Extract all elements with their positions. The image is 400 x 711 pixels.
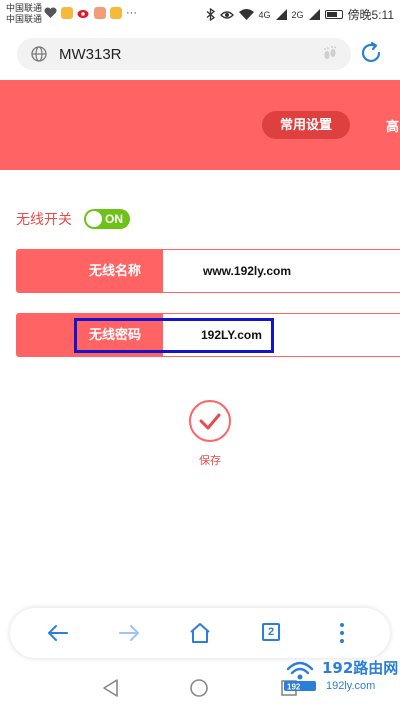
home-icon[interactable] (188, 621, 212, 645)
toggle-knob (86, 211, 102, 227)
signal-bars-icon (275, 9, 287, 20)
wifi-switch-row: 无线开关 ON (16, 208, 130, 230)
toggle-state: ON (105, 212, 123, 226)
battery-icon (324, 10, 343, 19)
ssid-label: 无线名称 (17, 250, 163, 292)
notification-icons: ··· (44, 7, 137, 19)
password-input[interactable] (163, 314, 399, 356)
more-menu-icon[interactable] (330, 621, 354, 645)
carrier-info: 中国联通 中国联通 (6, 3, 42, 25)
forward-arrow-icon[interactable] (117, 621, 141, 645)
app-notification-icon (110, 7, 122, 19)
clock: 傍晚5:11 (347, 8, 394, 22)
globe-icon (31, 46, 47, 62)
router-header: 常用设置 高 (0, 80, 400, 170)
watermark-prefix: 192 (287, 683, 301, 692)
more-notifications: ··· (126, 7, 137, 19)
eye-icon (219, 10, 234, 19)
refresh-icon[interactable] (358, 40, 384, 66)
back-arrow-icon[interactable] (46, 621, 70, 645)
save-label: 保存 (199, 455, 221, 467)
tab-common-settings[interactable]: 常用设置 (262, 111, 350, 139)
wifi-switch-label: 无线开关 (16, 211, 72, 227)
tabs-count-button[interactable]: 2 (262, 623, 280, 641)
carrier-1: 中国联通 (6, 3, 43, 13)
tab-advanced-settings[interactable]: 高 (386, 116, 400, 135)
password-label: 无线密码 (17, 314, 163, 356)
carrier-2: 中国联通 (6, 14, 43, 24)
wifi-icon (238, 9, 254, 20)
address-bar[interactable]: MW313R (17, 38, 351, 70)
browser-address-row: MW313R (0, 30, 400, 78)
browser-toolbar: 2 (10, 608, 390, 658)
nav-back-icon[interactable] (101, 678, 121, 698)
ssid-field: 无线名称 (16, 249, 400, 293)
save-button[interactable] (189, 400, 231, 442)
signal-label-1: 4G (258, 9, 271, 20)
app-notification-icon (94, 7, 106, 19)
checkmark-icon (199, 413, 221, 430)
incognito-footprint-icon[interactable] (321, 45, 339, 63)
wifi-toggle[interactable]: ON (84, 209, 130, 229)
url-text[interactable]: MW313R (59, 46, 122, 63)
status-bar: 中国联通 中国联通 ··· 4G 2G 傍晚5:11 (0, 0, 400, 30)
system-status: 4G 2G 傍晚5:11 (206, 6, 394, 23)
watermark-domain: 192ly.com (326, 680, 375, 692)
heart-icon (44, 7, 57, 18)
signal-bars-icon (308, 9, 320, 20)
password-field: 无线密码 (16, 313, 400, 357)
signal-label-2: 2G (291, 9, 304, 20)
site-watermark-logo: 192 192路由网 192ly.com (284, 659, 398, 692)
weibo-icon (77, 10, 89, 18)
nav-home-icon[interactable] (189, 678, 209, 698)
bluetooth-icon (206, 8, 215, 21)
app-notification-icon (61, 7, 73, 19)
ssid-input[interactable] (163, 250, 399, 292)
watermark-title: 192路由网 (322, 659, 398, 677)
